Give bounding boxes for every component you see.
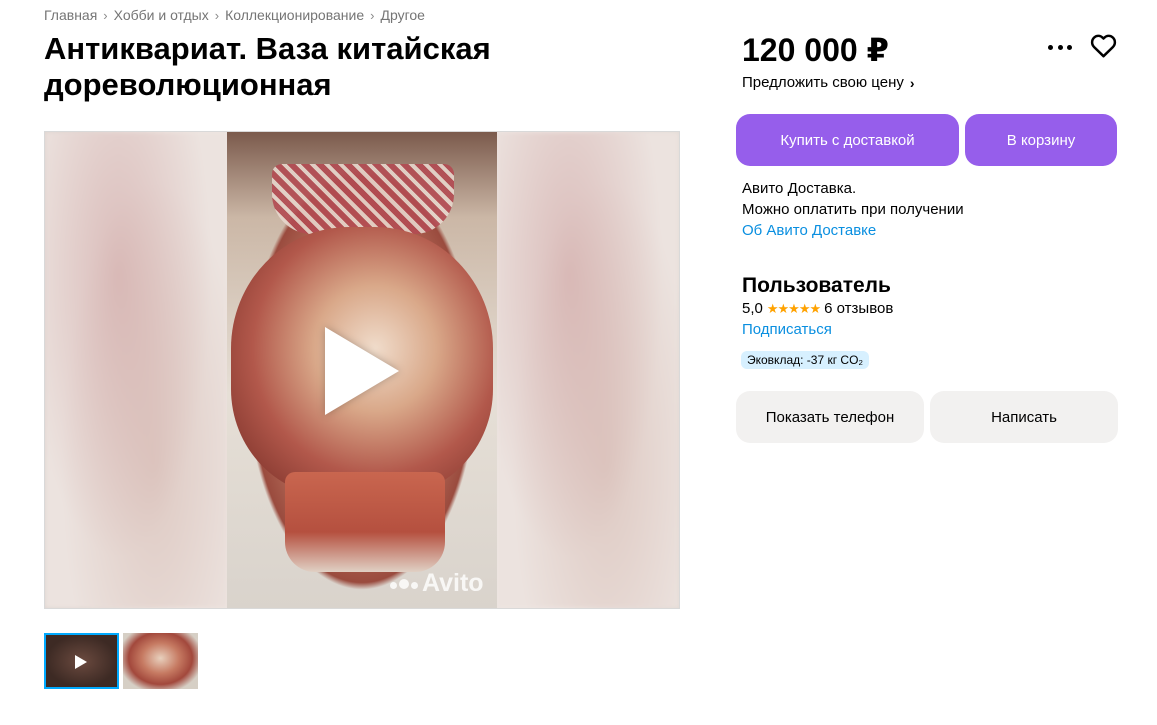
item-page: Главная › Хобби и отдых › Коллекциониров…: [0, 0, 1157, 725]
avito-watermark: Avito: [390, 569, 484, 598]
eco-badge[interactable]: Эковклад: -37 кг CO₂: [741, 351, 870, 369]
avito-logo-icon: [390, 578, 418, 589]
offer-price-label: Предложить свою цену: [742, 74, 904, 91]
blurred-backdrop-right: [496, 132, 679, 608]
chevron-right-icon: ›: [909, 74, 915, 91]
breadcrumb-hobby[interactable]: Хобби и отдых: [114, 7, 209, 23]
chevron-right-icon: ›: [214, 7, 220, 23]
add-to-cart-button[interactable]: В корзину: [965, 114, 1117, 166]
breadcrumb-collecting[interactable]: Коллекционирование: [225, 7, 364, 23]
rating-value: 5,0: [742, 300, 763, 317]
seller-rating: 5,0 ★★★★★ 6 отзывов: [742, 300, 893, 317]
chevron-right-icon: ›: [370, 7, 375, 23]
delivery-line-2: Можно оплатить при получении: [742, 201, 964, 218]
breadcrumb-home[interactable]: Главная: [44, 7, 97, 23]
play-icon[interactable]: [325, 327, 399, 415]
chevron-right-icon: ›: [103, 7, 108, 23]
offer-price-link[interactable]: Предложить свою цену ›: [742, 74, 915, 91]
video-player[interactable]: Avito: [44, 131, 680, 609]
reviews-link[interactable]: 6 отзывов: [824, 300, 893, 317]
vase-foot: [285, 472, 445, 572]
blurred-backdrop-left: [45, 132, 228, 608]
watermark-text: Avito: [422, 569, 484, 597]
breadcrumb-other[interactable]: Другое: [380, 7, 424, 23]
thumbnail-strip: [44, 633, 198, 689]
price: 120 000 ₽: [742, 32, 889, 68]
play-icon: [75, 655, 87, 669]
breadcrumb: Главная › Хобби и отдых › Коллекциониров…: [44, 7, 425, 23]
seller-name[interactable]: Пользователь: [742, 274, 891, 298]
buy-with-delivery-button[interactable]: Купить с доставкой: [736, 114, 959, 166]
delivery-line-1: Авито Доставка.: [742, 180, 857, 197]
subscribe-link[interactable]: Подписаться: [742, 321, 832, 338]
star-rating-icon: ★★★★★: [766, 300, 821, 316]
thumbnail-photo[interactable]: [123, 633, 198, 689]
heart-icon[interactable]: [1090, 33, 1117, 58]
thumbnail-video[interactable]: [44, 633, 119, 689]
more-options-icon[interactable]: [1048, 35, 1072, 59]
show-phone-button[interactable]: Показать телефон: [736, 391, 924, 443]
page-title: Антиквариат. Ваза китайская дореволюцион…: [44, 31, 491, 102]
vase-neck: [272, 164, 454, 234]
about-delivery-link[interactable]: Об Авито Доставке: [742, 220, 964, 241]
write-message-button[interactable]: Написать: [930, 391, 1118, 443]
delivery-info: Авито Доставка. Можно оплатить при получ…: [742, 178, 964, 241]
